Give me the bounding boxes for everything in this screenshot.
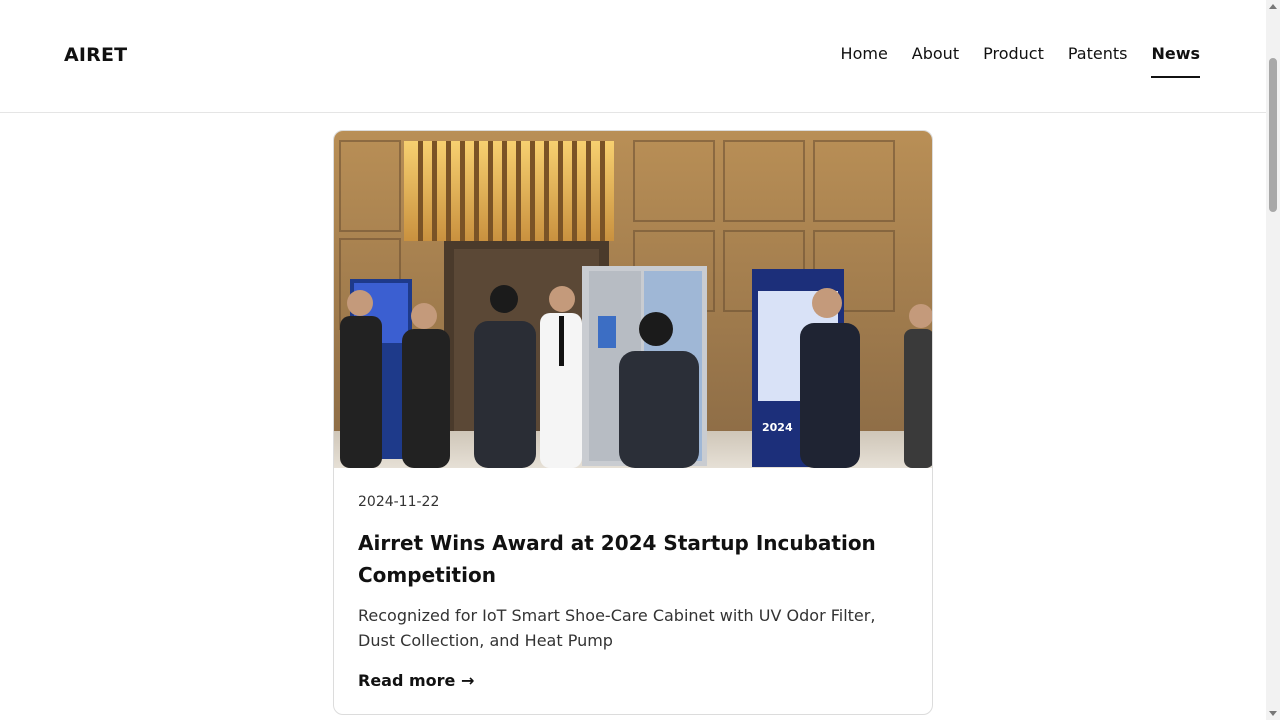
nav-patents[interactable]: Patents (1068, 44, 1128, 78)
banner-year: 2024 (762, 421, 793, 434)
news-card-body: 2024-11-22 Airret Wins Award at 2024 Sta… (358, 493, 910, 690)
news-photo[interactable]: 2024 (334, 131, 932, 468)
news-title[interactable]: Airret Wins Award at 2024 Startup Incuba… (358, 527, 910, 591)
site-logo[interactable]: AIRET (64, 44, 127, 66)
news-card[interactable]: 2024 2024-11-22 Airret Wins Award at 202… (333, 130, 933, 715)
news-date: 2024-11-22 (358, 494, 440, 510)
nav-home[interactable]: Home (841, 44, 888, 78)
main-nav: Home About Product Patents News (841, 44, 1200, 78)
nav-news[interactable]: News (1151, 44, 1200, 78)
nav-about[interactable]: About (912, 44, 959, 78)
page-scrollbar[interactable] (1266, 0, 1280, 720)
scroll-up-icon[interactable] (1269, 4, 1277, 9)
event-photo-illustration: 2024 (334, 131, 932, 468)
scroll-down-icon[interactable] (1269, 711, 1277, 716)
nav-product[interactable]: Product (983, 44, 1044, 78)
news-description: Recognized for IoT Smart Shoe-Care Cabin… (358, 606, 876, 650)
read-more-link[interactable]: Read more → (358, 671, 474, 690)
scrollbar-thumb[interactable] (1269, 58, 1277, 212)
site-header: AIRET Home About Product Patents News (0, 0, 1266, 113)
